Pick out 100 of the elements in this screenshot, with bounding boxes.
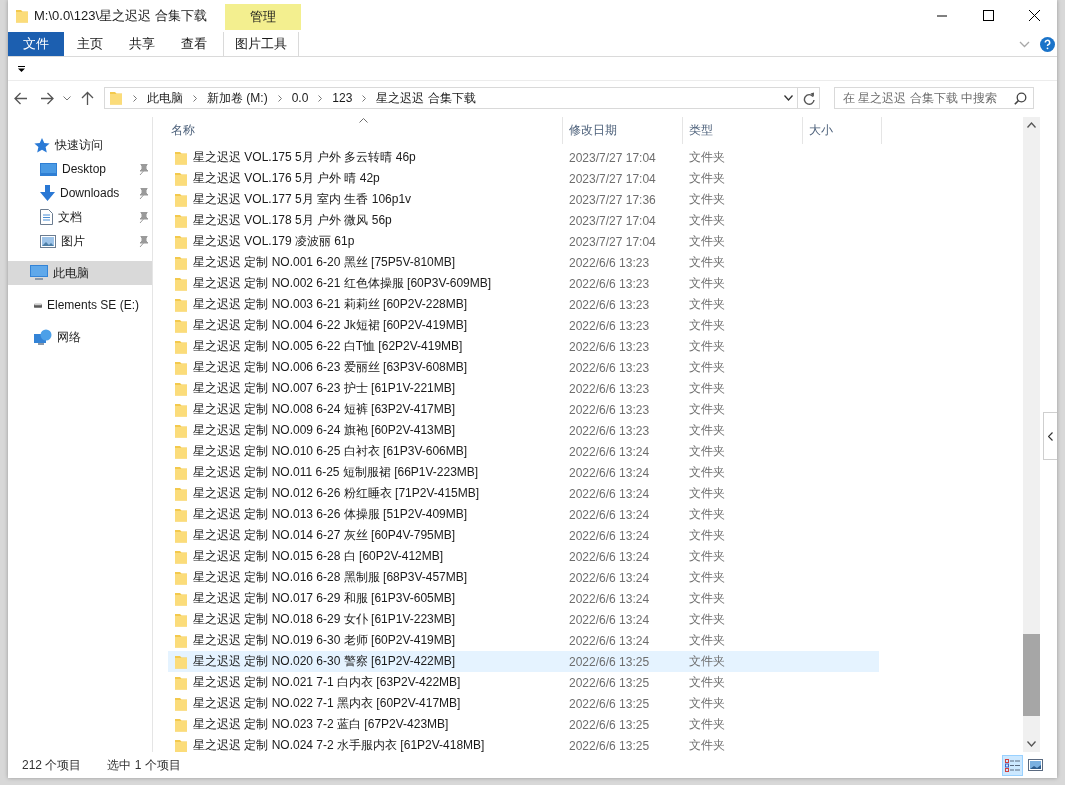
- folder-icon: [174, 254, 188, 271]
- file-row[interactable]: 星之迟迟 定制 NO.006 6-23 爱丽丝 [63P3V-608MB] 2022/6/6 13:23 文件夹: [168, 357, 879, 378]
- file-type: 文件夹: [689, 444, 725, 458]
- breadcrumb[interactable]: 星之迟迟 合集下载: [376, 89, 476, 107]
- nav-item[interactable]: Elements SE (E:): [8, 293, 152, 317]
- picture-icon: [40, 234, 56, 248]
- folder-icon: [174, 443, 188, 460]
- file-row[interactable]: 星之迟迟 VOL.175 5月 户外 多云转晴 46p 2023/7/27 17:04 文件夹: [168, 147, 879, 168]
- file-name: 星之迟迟 定制 NO.024 7-2 水手服内衣 [61P2V-418MB]: [193, 737, 485, 752]
- folder-icon: [174, 548, 188, 565]
- file-row[interactable]: 星之迟迟 定制 NO.004 6-22 Jk短裙 [60P2V-419MB] 2022/6/6 13:23 文件夹: [168, 315, 879, 336]
- column-header[interactable]: 修改日期: [563, 117, 683, 144]
- breadcrumb[interactable]: 此电脑: [147, 89, 183, 107]
- pin-icon[interactable]: [139, 211, 149, 223]
- file-type: 文件夹: [689, 150, 725, 164]
- dropdown-icon[interactable]: [783, 95, 793, 101]
- file-row[interactable]: 星之迟迟 定制 NO.019 6-30 老师 [60P2V-419MB] 2022/6/6 13:24 文件夹: [168, 630, 879, 651]
- file-row[interactable]: 星之迟迟 定制 NO.008 6-24 短裤 [63P2V-417MB] 2022/6/6 13:23 文件夹: [168, 399, 879, 420]
- file-row[interactable]: 星之迟迟 定制 NO.007 6-23 护士 [61P1V-221MB] 2022/6/6 13:23 文件夹: [168, 378, 879, 399]
- folder-icon: [174, 611, 188, 628]
- nav-item[interactable]: 网络: [8, 325, 152, 349]
- file-row[interactable]: 星之迟迟 定制 NO.009 6-24 旗袍 [60P2V-413MB] 2022/6/6 13:23 文件夹: [168, 420, 879, 441]
- file-name: 星之迟迟 定制 NO.010 6-25 白衬衣 [61P3V-606MB]: [193, 443, 468, 460]
- file-type: 文件夹: [689, 381, 725, 395]
- forward-icon[interactable]: [40, 91, 54, 105]
- item-count: 212 个项目: [22, 756, 82, 774]
- file-name: 星之迟迟 VOL.179 凌波丽 61p: [193, 233, 355, 250]
- file-row[interactable]: 星之迟迟 定制 NO.013 6-26 体操服 [51P2V-409MB] 2022/6/6 13:24 文件夹: [168, 504, 879, 525]
- file-row[interactable]: 星之迟迟 定制 NO.016 6-28 黑制服 [68P3V-457MB] 2022/6/6 13:24 文件夹: [168, 567, 879, 588]
- scroll-down-icon[interactable]: [1027, 741, 1036, 747]
- file-type: 文件夹: [689, 423, 725, 437]
- file-name: 星之迟迟 定制 NO.003 6-21 莉莉丝 [60P2V-228MB]: [193, 296, 468, 313]
- customize-toolbar-icon[interactable]: [18, 65, 25, 72]
- scroll-up-icon[interactable]: [1027, 122, 1036, 128]
- file-row[interactable]: 星之迟迟 定制 NO.018 6-29 女仆 [61P1V-223MB] 2022/6/6 13:24 文件夹: [168, 609, 879, 630]
- file-type: 文件夹: [689, 570, 725, 584]
- file-row[interactable]: 星之迟迟 定制 NO.012 6-26 粉红睡衣 [71P2V-415MB] 2022/6/6 13:24 文件夹: [168, 483, 879, 504]
- nav-item[interactable]: 此电脑: [8, 261, 152, 285]
- monitor-icon: [30, 265, 48, 281]
- modified-date: 2022/6/6 13:24: [569, 591, 650, 606]
- breadcrumb[interactable]: 123: [332, 91, 353, 105]
- file-row[interactable]: 星之迟迟 定制 NO.011 6-25 短制服裙 [66P1V-223MB] 2022/6/6 13:24 文件夹: [168, 462, 879, 483]
- file-row[interactable]: 星之迟迟 定制 NO.021 7-1 白内衣 [63P2V-422MB] 2022/6/6 13:25 文件夹: [168, 672, 879, 693]
- breadcrumb[interactable]: 0.0: [291, 91, 309, 105]
- file-row[interactable]: 星之迟迟 定制 NO.020 6-30 警察 [61P2V-422MB] 2022/6/6 13:25 文件夹: [168, 651, 879, 672]
- nav-item[interactable]: Desktop: [8, 157, 152, 181]
- file-name: 星之迟迟 定制 NO.015 6-28 白 [60P2V-412MB]: [193, 548, 444, 565]
- star-icon: [34, 137, 50, 153]
- file-row[interactable]: 星之迟迟 定制 NO.017 6-29 和服 [61P3V-605MB] 2022/6/6 13:24 文件夹: [168, 588, 879, 609]
- breadcrumb[interactable]: 新加卷 (M:): [207, 89, 268, 107]
- folder-icon: [174, 422, 188, 439]
- nav-item[interactable]: 快速访问: [8, 133, 152, 157]
- vertical-scrollbar[interactable]: [1023, 117, 1040, 752]
- pane-toggle-button[interactable]: [1043, 412, 1057, 460]
- refresh-button[interactable]: [798, 87, 820, 109]
- file-row[interactable]: 星之迟迟 定制 NO.014 6-27 灰丝 [60P4V-795MB] 2022/6/6 13:24 文件夹: [168, 525, 879, 546]
- file-menu-tab[interactable]: 文件: [8, 32, 64, 56]
- nav-item[interactable]: 文档: [8, 205, 152, 229]
- folder-icon: [174, 674, 188, 691]
- folder-icon: [174, 191, 188, 208]
- modified-date: 2022/6/6 13:23: [569, 360, 650, 375]
- file-row[interactable]: 星之迟迟 定制 NO.010 6-25 白衬衣 [61P3V-606MB] 2022/6/6 13:24 文件夹: [168, 441, 879, 462]
- file-row[interactable]: 星之迟迟 定制 NO.024 7-2 水手服内衣 [61P2V-418MB] 2022/6/6 13:25 文件夹: [168, 735, 879, 752]
- modified-date: 2022/6/6 13:24: [569, 612, 650, 627]
- file-row[interactable]: 星之迟迟 定制 NO.005 6-22 白T恤 [62P2V-419MB] 2022/6/6 13:23 文件夹: [168, 336, 879, 357]
- folder-icon: [174, 464, 188, 481]
- help-icon[interactable]: [1040, 36, 1055, 52]
- pin-icon[interactable]: [139, 163, 149, 175]
- file-row[interactable]: 星之迟迟 VOL.177 5月 室内 生香 106p1v 2023/7/27 17:36 文件夹: [168, 189, 879, 210]
- file-row[interactable]: 星之迟迟 定制 NO.003 6-21 莉莉丝 [60P2V-228MB] 2022/6/6 13:23 文件夹: [168, 294, 879, 315]
- modified-date: 2022/6/6 13:24: [569, 633, 650, 648]
- file-row[interactable]: 星之迟迟 VOL.176 5月 户外 晴 42p 2023/7/27 17:04 文件夹: [168, 168, 879, 189]
- address-field[interactable]: 此电脑 新加卷 (M:) 0.0 123 星之迟迟 合集下载: [104, 87, 798, 109]
- up-icon[interactable]: [80, 91, 94, 105]
- ribbon-tab[interactable]: 共享: [116, 32, 168, 56]
- search-field[interactable]: 在 星之迟迟 合集下载 中搜索: [834, 87, 1034, 109]
- column-header[interactable]: 大小: [803, 117, 882, 144]
- file-row[interactable]: 星之迟迟 VOL.178 5月 户外 微风 56p 2023/7/27 17:04 文件夹: [168, 210, 879, 231]
- nav-item[interactable]: Downloads: [8, 181, 152, 205]
- file-row[interactable]: 星之迟迟 定制 NO.002 6-21 红色体操服 [60P3V-609MB] 2022/6/6 13:23 文件夹: [168, 273, 879, 294]
- file-row[interactable]: 星之迟迟 定制 NO.001 6-20 黑丝 [75P5V-810MB] 2022/6/6 13:23 文件夹: [168, 252, 879, 273]
- column-header[interactable]: 名称: [165, 117, 563, 144]
- folder-icon: [174, 380, 188, 397]
- file-row[interactable]: 星之迟迟 VOL.179 凌波丽 61p 2023/7/27 17:04 文件夹: [168, 231, 879, 252]
- file-row[interactable]: 星之迟迟 定制 NO.023 7-2 蓝白 [67P2V-423MB] 2022/6/6 13:25 文件夹: [168, 714, 879, 735]
- ribbon-tab[interactable]: 主页: [64, 32, 116, 56]
- sort-ascending-icon: [358, 118, 368, 123]
- column-header[interactable]: 类型: [683, 117, 803, 144]
- back-icon[interactable]: [14, 91, 28, 105]
- scrollbar-thumb[interactable]: [1023, 634, 1040, 716]
- ribbon-tab[interactable]: 查看: [168, 32, 220, 56]
- pin-icon[interactable]: [139, 187, 149, 199]
- file-name: 星之迟迟 定制 NO.008 6-24 短裤 [63P2V-417MB]: [193, 401, 456, 418]
- file-row[interactable]: 星之迟迟 定制 NO.015 6-28 白 [60P2V-412MB] 2022/6/6 13:24 文件夹: [168, 546, 879, 567]
- pin-icon[interactable]: [139, 235, 149, 247]
- nav-item[interactable]: 图片: [8, 229, 152, 253]
- file-row[interactable]: 星之迟迟 定制 NO.022 7-1 黑内衣 [60P2V-417MB] 2022/6/6 13:25 文件夹: [168, 693, 879, 714]
- recent-locations-icon[interactable]: [63, 95, 71, 101]
- view-toggle-button[interactable]: [1002, 754, 1023, 776]
- search-icon[interactable]: [1014, 91, 1027, 105]
